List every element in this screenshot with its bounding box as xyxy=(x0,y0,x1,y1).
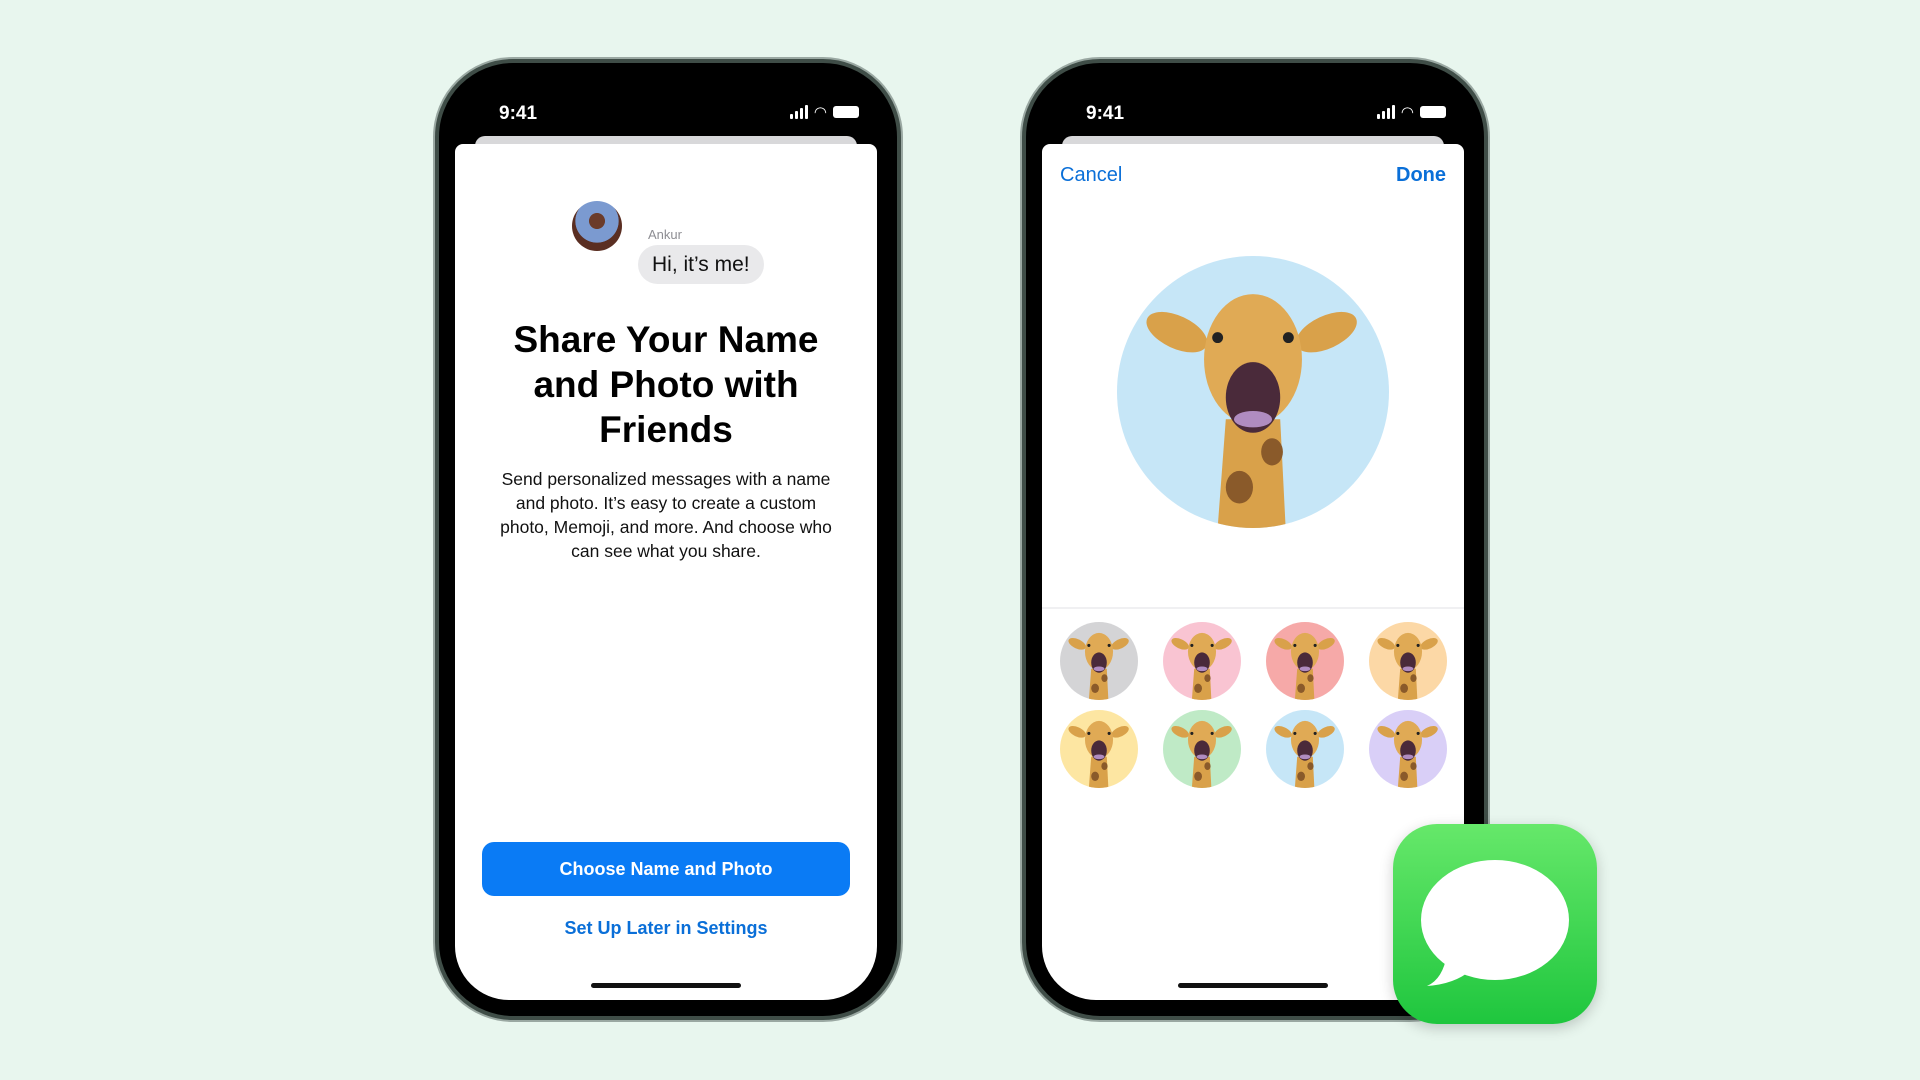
body-line: and photo. It’s easy to create a custom xyxy=(515,493,817,513)
background-swatch[interactable] xyxy=(1369,622,1447,700)
background-swatch[interactable] xyxy=(1163,710,1241,788)
signal-icon xyxy=(789,105,808,119)
home-indicator xyxy=(591,983,741,988)
background-swatch[interactable] xyxy=(1266,622,1344,700)
giraffe-memoji-icon xyxy=(1266,622,1344,700)
signal-icon xyxy=(1376,105,1395,119)
battery-icon xyxy=(833,106,859,118)
description: Send personalized messages with a name a… xyxy=(455,467,877,563)
messages-app-icon xyxy=(1393,824,1597,1024)
battery-icon xyxy=(1420,106,1446,118)
cancel-button[interactable]: Cancel xyxy=(1060,164,1122,187)
selected-memoji-preview xyxy=(1117,256,1389,528)
done-button[interactable]: Done xyxy=(1396,164,1446,187)
status-icons: ◠ xyxy=(1376,103,1446,121)
body-line: Send personalized messages with a name xyxy=(501,469,831,489)
status-time: 9:41 xyxy=(1086,103,1125,124)
sender-name: Ankur xyxy=(648,227,682,242)
avatar xyxy=(572,201,622,251)
wifi-icon: ◠ xyxy=(1400,104,1414,121)
set-up-later-link[interactable]: Set Up Later in Settings xyxy=(455,918,877,939)
giraffe-memoji-icon xyxy=(1060,622,1138,700)
title-line: Share Your Name xyxy=(513,319,819,360)
title-line: Friends xyxy=(599,409,733,450)
giraffe-memoji-icon xyxy=(1369,710,1447,788)
giraffe-memoji-icon xyxy=(1266,710,1344,788)
background-swatch[interactable] xyxy=(1163,622,1241,700)
speech-bubble-icon xyxy=(1421,860,1569,986)
background-swatch[interactable] xyxy=(1266,710,1344,788)
divider xyxy=(1042,607,1464,609)
giraffe-memoji-icon xyxy=(1117,256,1389,528)
message-bubble: Hi, it’s me! xyxy=(638,245,764,284)
home-indicator xyxy=(1178,983,1328,988)
wifi-icon: ◠ xyxy=(813,104,827,121)
background-swatch[interactable] xyxy=(1369,710,1447,788)
body-line: photo, Memoji, and more. And choose who xyxy=(500,517,832,537)
body-line: can see what you share. xyxy=(571,541,761,561)
choose-name-and-photo-button[interactable]: Choose Name and Photo xyxy=(482,842,850,896)
background-swatch[interactable] xyxy=(1060,710,1138,788)
background-swatch[interactable] xyxy=(1060,622,1138,700)
giraffe-memoji-icon xyxy=(1060,710,1138,788)
onboarding-sheet: Ankur Hi, it’s me! Share Your Name and P… xyxy=(455,144,877,1000)
status-icons: ◠ xyxy=(789,103,859,121)
title-line: and Photo with xyxy=(533,364,799,405)
giraffe-memoji-icon xyxy=(1163,710,1241,788)
left-phone: 9:41 ◠ Ankur Hi, it’s me! Share Your Nam… xyxy=(435,59,901,1020)
status-time: 9:41 xyxy=(499,103,538,124)
giraffe-memoji-icon xyxy=(1163,622,1241,700)
page-title: Share Your Name and Photo with Friends xyxy=(455,317,877,452)
giraffe-memoji-icon xyxy=(1369,622,1447,700)
